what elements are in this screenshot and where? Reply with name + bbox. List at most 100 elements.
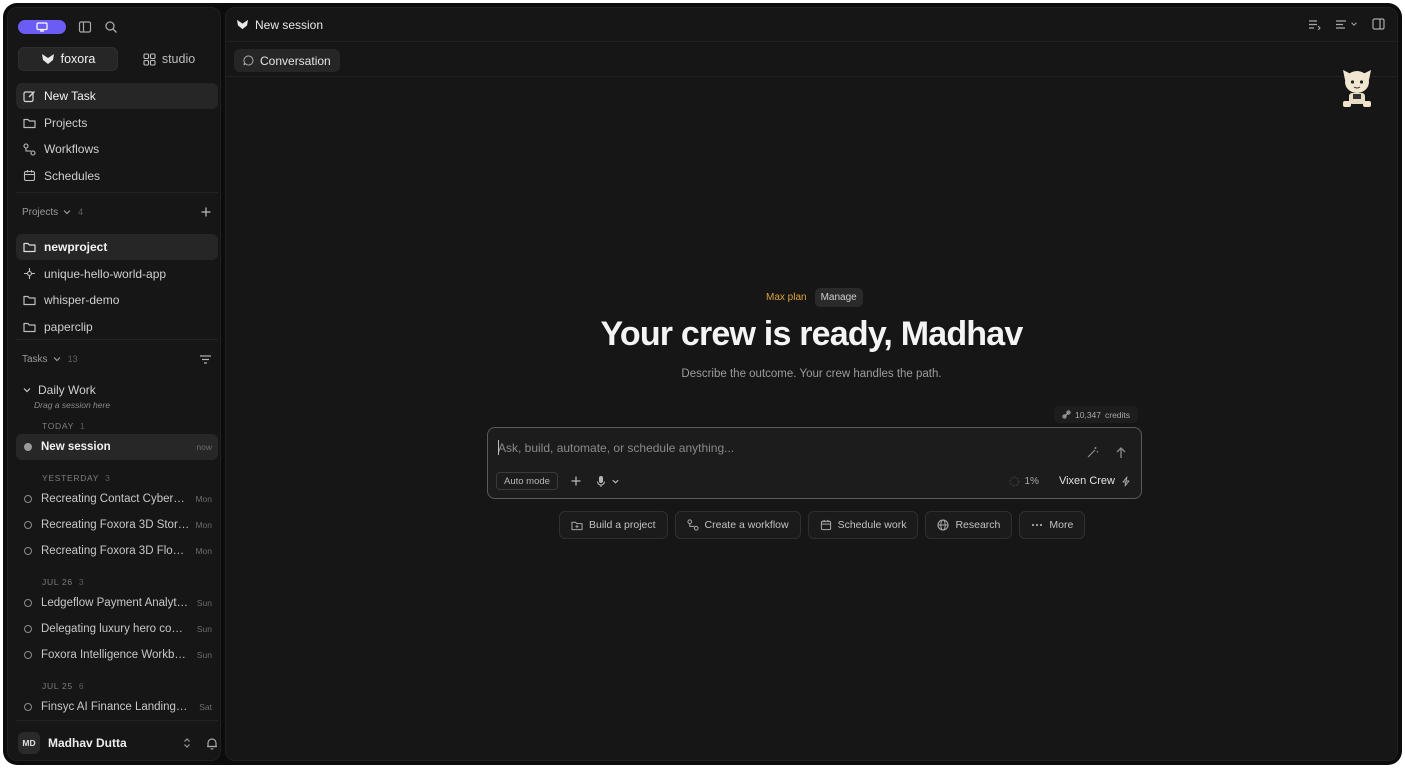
list-icon[interactable] bbox=[1308, 19, 1321, 30]
task-item[interactable]: Ledgeflow Payment Analyt… Sun bbox=[16, 590, 218, 616]
task-title: Recreating Foxora 3D Stor… bbox=[41, 519, 190, 531]
tasks-header-label: Tasks bbox=[22, 353, 48, 365]
user-name: Madhav Dutta bbox=[48, 736, 127, 750]
manage-plan-button[interactable]: Manage bbox=[814, 287, 863, 307]
status-dot bbox=[24, 547, 32, 555]
task-title: Finsyc AI Finance Landing … bbox=[41, 701, 190, 713]
action-label: Create a workflow bbox=[704, 519, 789, 531]
project-item-whisper-demo[interactable]: whisper-demo bbox=[16, 287, 218, 313]
calendar-icon bbox=[23, 170, 36, 182]
schedule-work-button[interactable]: Schedule work bbox=[807, 511, 919, 539]
task-item[interactable]: New session now bbox=[16, 434, 218, 460]
project-label: paperclip bbox=[44, 319, 93, 334]
workspace-toggle[interactable] bbox=[18, 20, 66, 34]
bell-icon[interactable] bbox=[206, 737, 218, 750]
mascot-avatar[interactable] bbox=[1339, 66, 1375, 110]
sidebar-item-new-task[interactable]: New Task bbox=[16, 83, 218, 109]
project-item-newproject[interactable]: newproject bbox=[16, 234, 218, 260]
drag-hint: Drag a session here bbox=[34, 400, 111, 410]
tab-foxora[interactable]: foxora bbox=[18, 47, 118, 71]
tab-foxora-label: foxora bbox=[60, 52, 96, 66]
chevron-updown-icon[interactable] bbox=[182, 737, 192, 749]
divider bbox=[16, 720, 218, 721]
crew-selector[interactable]: Vixen Crew bbox=[1059, 475, 1131, 487]
project-item-unique-hello-world-app[interactable]: unique-hello-world-app bbox=[16, 261, 218, 287]
prompt-input[interactable] bbox=[498, 439, 1058, 457]
filter-icon bbox=[200, 354, 211, 364]
project-label: whisper-demo bbox=[44, 293, 120, 307]
tab-studio[interactable]: studio bbox=[120, 47, 218, 71]
sidebar: foxora studio New Task Projects Workflow… bbox=[7, 7, 221, 761]
action-label: More bbox=[1049, 519, 1074, 531]
daily-work-group[interactable]: Daily Work bbox=[16, 380, 218, 400]
sidebar-nav: New Task Projects Workflows Schedules bbox=[16, 83, 218, 189]
topbar: New session bbox=[226, 8, 1397, 42]
composer-toolbar: Auto mode 1% Vixen Crew bbox=[496, 472, 1131, 490]
send-arrow-icon[interactable] bbox=[1115, 446, 1127, 459]
daily-work-label: Daily Work bbox=[38, 383, 96, 397]
create-workflow-button[interactable]: Create a workflow bbox=[674, 511, 801, 539]
sidebar-toggle-icon[interactable] bbox=[78, 20, 92, 34]
task-item[interactable]: Finsyc AI Finance Landing … Sat bbox=[16, 694, 218, 720]
status-dot bbox=[24, 625, 32, 633]
build-project-button[interactable]: Build a project bbox=[559, 511, 668, 539]
user-menu[interactable]: MD Madhav Dutta bbox=[18, 730, 218, 756]
lightning-icon bbox=[1122, 476, 1130, 486]
task-time: Sun bbox=[196, 624, 212, 634]
task-title: Recreating Contact Cyber… bbox=[41, 493, 185, 505]
brand-tabs: foxora studio bbox=[18, 47, 218, 71]
task-item[interactable]: Recreating Foxora 3D Flow… Mon bbox=[16, 538, 218, 564]
task-time: Sun bbox=[196, 598, 212, 608]
foxora-logo-icon bbox=[41, 54, 54, 64]
tasks-count: 13 bbox=[67, 354, 78, 364]
view-menu[interactable] bbox=[1335, 19, 1358, 30]
projects-section-header[interactable]: Projects 4 bbox=[22, 203, 212, 221]
search-icon[interactable] bbox=[104, 20, 118, 34]
task-item[interactable]: Recreating Foxora 3D Stor… Mon bbox=[16, 512, 218, 538]
research-button[interactable]: Research bbox=[925, 511, 1013, 539]
folder-icon bbox=[23, 295, 36, 306]
sidebar-item-projects[interactable]: Projects bbox=[16, 110, 218, 136]
tasks-section-header[interactable]: Tasks 13 bbox=[22, 350, 212, 368]
task-title: New session bbox=[41, 441, 111, 453]
composer-quick-actions bbox=[1086, 446, 1127, 459]
monitor-icon bbox=[36, 22, 48, 32]
task-time: Sat bbox=[199, 702, 212, 712]
app-window: foxora studio New Task Projects Workflow… bbox=[3, 3, 1402, 765]
filter-tasks-button[interactable] bbox=[199, 354, 212, 365]
task-time: now bbox=[196, 442, 212, 452]
folder-icon bbox=[23, 322, 36, 332]
action-label: Schedule work bbox=[837, 519, 907, 531]
component-icon bbox=[24, 268, 35, 279]
task-item[interactable]: Delegating luxury hero co… Sun bbox=[16, 616, 218, 642]
auto-mode-button[interactable]: Auto mode bbox=[496, 472, 558, 490]
sidebar-item-schedules[interactable]: Schedules bbox=[16, 163, 218, 189]
text-caret bbox=[498, 440, 499, 455]
task-item[interactable]: Recreating Contact Cyber… Mon bbox=[16, 486, 218, 512]
coin-icon bbox=[1062, 410, 1071, 419]
sidebar-item-workflows[interactable]: Workflows bbox=[16, 136, 218, 162]
sidebar-toolbar bbox=[18, 18, 118, 36]
plus-icon[interactable] bbox=[570, 475, 582, 487]
add-project-button[interactable] bbox=[200, 206, 212, 218]
panel-right-icon[interactable] bbox=[1372, 18, 1385, 30]
sidebar-item-label: Schedules bbox=[44, 168, 101, 183]
project-item-paperclip[interactable]: paperclip bbox=[16, 314, 218, 340]
sidebar-item-label: Workflows bbox=[44, 142, 100, 156]
task-title: Recreating Foxora 3D Flow… bbox=[41, 545, 190, 557]
project-label: unique-hello-world-app bbox=[44, 266, 167, 281]
main-panel: New session Conversation Max plan Manage… bbox=[225, 7, 1398, 761]
folder-icon bbox=[23, 242, 36, 253]
crew-name: Vixen Crew bbox=[1058, 475, 1115, 487]
plus-icon bbox=[201, 207, 211, 217]
tab-conversation[interactable]: Conversation bbox=[234, 49, 340, 72]
tab-bar: Conversation bbox=[226, 43, 1397, 77]
more-button[interactable]: More bbox=[1019, 511, 1086, 539]
action-label: Research bbox=[955, 519, 1001, 531]
day-label-jul-25: JUL 25 6 bbox=[42, 681, 85, 691]
task-item[interactable]: Foxora Intelligence Workb… Sun bbox=[16, 642, 218, 668]
project-list: newproject unique-hello-world-app whispe… bbox=[16, 234, 218, 340]
voice-input-button[interactable] bbox=[596, 475, 620, 488]
projects-header-label: Projects bbox=[22, 206, 59, 218]
magic-wand-icon[interactable] bbox=[1086, 446, 1099, 459]
